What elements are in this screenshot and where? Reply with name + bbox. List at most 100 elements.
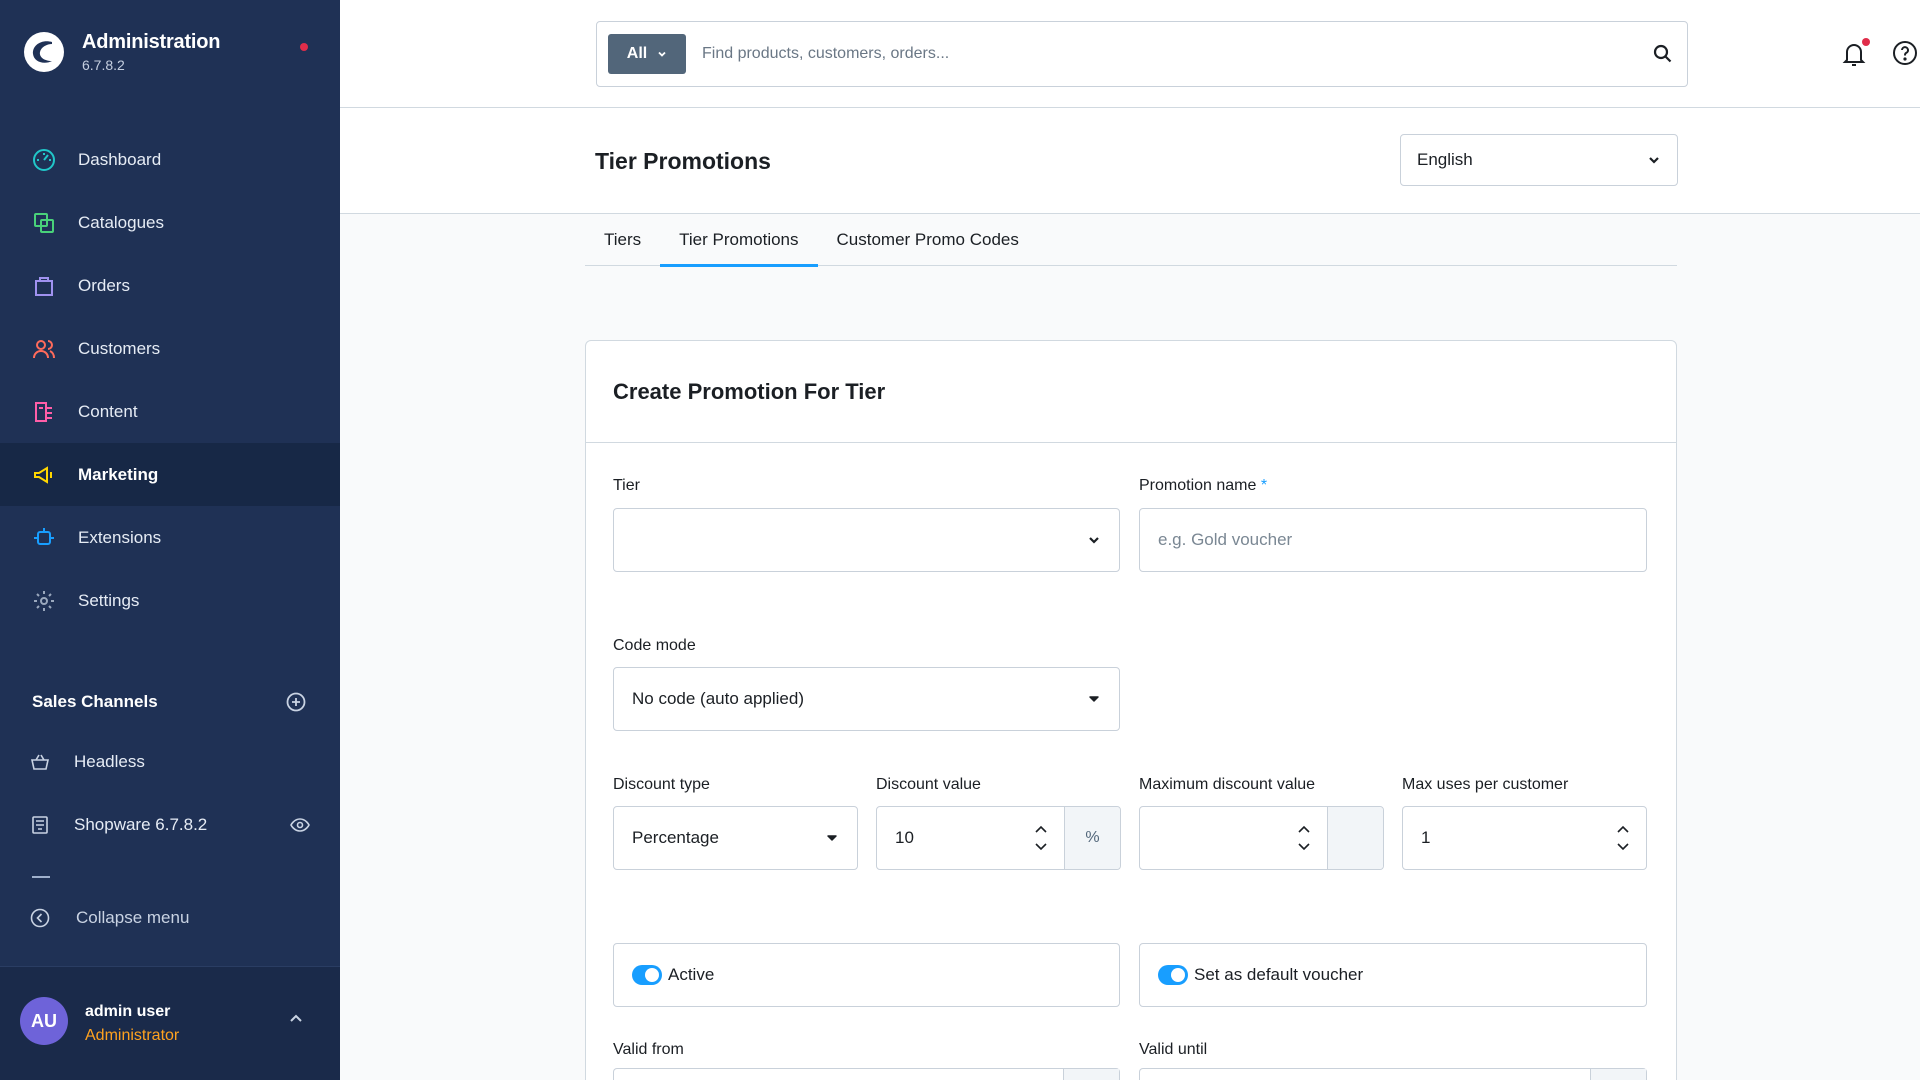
chevron-down-icon[interactable] (1617, 843, 1629, 851)
nav-item-label: Dashboard (78, 149, 162, 169)
number-stepper[interactable] (1018, 825, 1064, 851)
promotion-name-input[interactable] (1140, 530, 1646, 550)
create-promotion-card: Create Promotion For Tier Tier Promotion… (585, 340, 1677, 1080)
calendar-addon[interactable] (1063, 1069, 1119, 1080)
eye-icon[interactable] (290, 815, 310, 835)
sales-channel-label: Headless (74, 752, 145, 771)
user-role: Administrator (85, 1027, 180, 1044)
nav-item-settings[interactable]: Settings (0, 569, 340, 632)
collapse-menu-button[interactable]: Collapse menu (30, 908, 189, 928)
chevron-down-icon (807, 832, 857, 844)
nav-item-customers[interactable]: Customers (0, 317, 340, 380)
discount-type-value: Percentage (632, 828, 719, 847)
promotion-name-label-text: Promotion name (1139, 477, 1257, 494)
tab-customer-promo-codes[interactable]: Customer Promo Codes (818, 222, 1038, 266)
tier-select[interactable] (613, 508, 1120, 572)
valid-until-input[interactable] (1139, 1068, 1647, 1080)
chevron-up-icon[interactable] (1617, 825, 1629, 833)
active-toggle-field: Active (613, 943, 1120, 1007)
max-uses-field: 1 (1402, 806, 1647, 870)
page-header: Tier Promotions English (340, 108, 1920, 214)
global-search: All (596, 21, 1688, 87)
default-voucher-label: Set as default voucher (1194, 965, 1364, 984)
discount-value-label: Discount value (876, 776, 981, 793)
nav-item-label: Content (78, 401, 138, 421)
code-mode-select[interactable]: No code (auto applied) (613, 667, 1120, 731)
promotion-name-label: Promotion name * (1139, 477, 1267, 495)
max-discount-label: Maximum discount value (1139, 776, 1316, 793)
percent-suffix: % (1064, 807, 1120, 869)
calendar-addon[interactable] (1590, 1069, 1646, 1080)
number-stepper[interactable] (1281, 825, 1327, 851)
collapse-label: Collapse menu (76, 908, 190, 927)
nav-item-extensions[interactable]: Extensions (0, 506, 340, 569)
active-label: Active (668, 965, 715, 984)
nav-item-orders[interactable]: Orders (0, 254, 340, 317)
chevron-down-icon (1069, 533, 1119, 547)
page-title: Tier Promotions (595, 148, 771, 174)
valid-from-label: Valid from (613, 1041, 684, 1058)
language-select[interactable]: English (1400, 134, 1678, 186)
chevron-down-icon (658, 51, 666, 57)
customers-icon (30, 335, 58, 363)
sidebar: Administration 6.7.8.2 Dashboard Catalog… (0, 0, 340, 1080)
chevron-down-icon[interactable] (1035, 843, 1047, 851)
tabs: Tiers Tier Promotions Customer Promo Cod… (585, 222, 1677, 267)
chevron-up-icon[interactable] (288, 1011, 304, 1027)
orders-icon (30, 272, 58, 300)
chevron-up-icon[interactable] (1035, 825, 1047, 833)
language-value: English (1417, 150, 1473, 169)
code-mode-label: Code mode (613, 637, 696, 654)
nav-item-label: Catalogues (78, 212, 165, 232)
required-marker: * (1260, 477, 1268, 494)
tab-tier-promotions[interactable]: Tier Promotions (660, 222, 818, 267)
default-voucher-switch[interactable] (1158, 965, 1188, 985)
sales-channels-title: Sales Channels (32, 692, 158, 711)
main-nav: Dashboard Catalogues Orders Customers Co… (0, 128, 340, 632)
user-menu[interactable]: AU admin user Administrator (0, 966, 340, 1080)
number-stepper[interactable] (1600, 825, 1646, 851)
max-uses-label: Max uses per customer (1402, 776, 1569, 793)
dashboard-icon (30, 146, 58, 174)
sales-channel-headless[interactable]: Headless (30, 752, 310, 772)
collapse-icon (30, 908, 54, 928)
discount-value-input[interactable]: 10 (877, 828, 1018, 848)
sales-channel-label: Shopware 6.7.8.2 (74, 815, 208, 834)
code-mode-value: No code (auto applied) (632, 689, 805, 708)
chevron-down-icon[interactable] (1298, 843, 1310, 851)
catalogues-icon (30, 209, 58, 237)
nav-item-dashboard[interactable]: Dashboard (0, 128, 340, 191)
avatar: AU (20, 997, 68, 1045)
basket-icon (30, 752, 54, 772)
nav-item-content[interactable]: Content (0, 380, 340, 443)
storefront-icon (30, 815, 54, 835)
nav-item-marketing[interactable]: Marketing (0, 443, 340, 506)
currency-suffix (1327, 807, 1383, 869)
discount-type-label: Discount type (613, 776, 710, 793)
valid-until-label: Valid until (1139, 1041, 1208, 1058)
brand-title: Administration (82, 31, 221, 53)
brand[interactable]: Administration 6.7.8.2 (22, 30, 221, 74)
max-uses-input[interactable]: 1 (1403, 828, 1600, 848)
chevron-down-icon (1649, 157, 1659, 164)
nav-item-label: Settings (78, 590, 140, 610)
nav-item-label: Customers (78, 338, 161, 358)
search-input[interactable] (702, 45, 1639, 63)
promotion-name-field (1139, 508, 1647, 572)
active-switch[interactable] (632, 965, 662, 985)
tab-tiers[interactable]: Tiers (585, 222, 660, 266)
nav-item-catalogues[interactable]: Catalogues (0, 191, 340, 254)
valid-from-input[interactable] (613, 1068, 1120, 1080)
discount-value-field: 10 % (876, 806, 1121, 870)
search-type-dropdown[interactable]: All (608, 34, 686, 74)
discount-type-select[interactable]: Percentage (613, 806, 858, 870)
chevron-down-icon (1069, 693, 1119, 705)
sales-channels-header: Sales Channels (32, 692, 306, 712)
help-icon[interactable] (1892, 40, 1918, 66)
search-icon[interactable] (1639, 44, 1687, 64)
card-title: Create Promotion For Tier (586, 341, 1676, 443)
sales-channel-shopware[interactable]: Shopware 6.7.8.2 (30, 815, 310, 835)
add-sales-channel-icon[interactable] (286, 692, 306, 712)
settings-icon (30, 587, 58, 615)
chevron-up-icon[interactable] (1298, 825, 1310, 833)
